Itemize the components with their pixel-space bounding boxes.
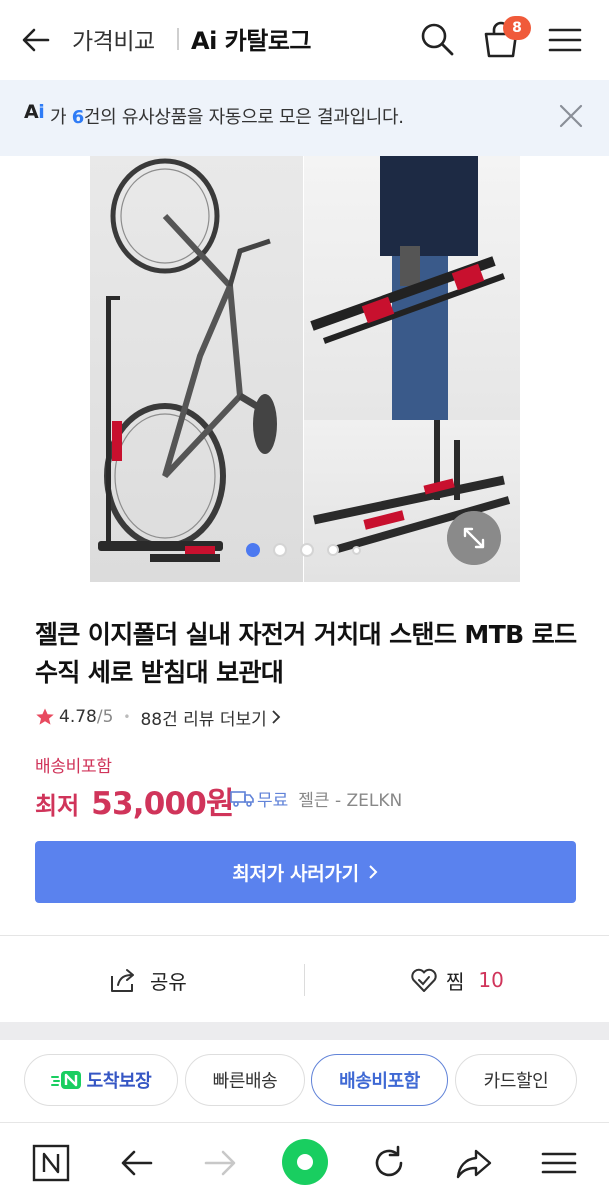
filter-chip-bar: 도착보장 빠른배송 배송비포함 카드할인 <box>0 1040 609 1122</box>
share-button[interactable]: 공유 <box>108 960 187 1000</box>
chip-label: 빠른배송 <box>212 1071 278 1092</box>
wish-button[interactable]: 찜 10 <box>410 960 504 1000</box>
rating-row: 4.78/5 • 88건 리뷰 더보기 <box>35 704 282 730</box>
ai-notice-text: 가 6건의 유사상품을 자동으로 모은 결과입니다. <box>50 107 404 128</box>
seller-name: 젤큰 - ZELKN <box>298 790 403 811</box>
refresh-icon[interactable] <box>369 1143 409 1183</box>
lowest-price-label: 최저 <box>35 792 80 820</box>
menu-icon[interactable] <box>539 1143 579 1183</box>
product-image-folded-stand <box>304 156 520 420</box>
gallery-pagination <box>246 543 366 559</box>
rating-separator: • <box>123 710 131 724</box>
close-icon[interactable] <box>558 103 584 129</box>
shipping-included-label: 배송비포함 <box>35 757 112 777</box>
chip-arrival-guarantee[interactable]: 도착보장 <box>24 1054 178 1106</box>
product-title: 젤큰 이지폴더 실내 자전거 거치대 스탠드 MTB 로드 수직 세로 받침대 … <box>35 620 577 687</box>
naver-arrival-icon <box>50 1071 81 1089</box>
pagination-dot-1[interactable] <box>246 543 260 557</box>
chip-label: 배송비포함 <box>339 1071 420 1092</box>
back-arrow-icon[interactable] <box>18 22 54 58</box>
folded-stand-illustration <box>310 156 506 420</box>
product-image-bike-stand <box>90 156 303 582</box>
chip-shipping-included[interactable]: 배송비포함 <box>311 1054 448 1106</box>
bike-illustration <box>98 158 277 562</box>
hamburger-menu-icon[interactable] <box>546 22 584 58</box>
browser-bottom-bar <box>0 1122 609 1200</box>
breadcrumb-divider <box>177 28 179 50</box>
lowest-price: 53,000원 <box>91 786 234 822</box>
section-gap <box>0 1022 609 1040</box>
wish-count: 10 <box>478 968 504 992</box>
share-arrow-icon[interactable] <box>454 1143 494 1183</box>
forward-icon[interactable] <box>200 1143 240 1183</box>
expand-icon[interactable] <box>447 511 501 565</box>
back-icon[interactable] <box>117 1143 157 1183</box>
ai-logo: Ai <box>24 101 45 123</box>
page-title: Ai 카탈로그 <box>191 27 311 55</box>
chevron-right-icon <box>369 865 378 879</box>
share-label: 공유 <box>150 969 187 994</box>
naver-home-icon[interactable] <box>31 1143 71 1183</box>
pagination-dot-3[interactable] <box>300 543 314 557</box>
breadcrumb-price-compare[interactable]: 가격비교 <box>72 22 155 56</box>
action-divider <box>304 964 305 996</box>
price-row: 최저 53,000원 <box>35 778 235 822</box>
delivery-free: 무료 <box>257 790 289 811</box>
reviews-link[interactable]: 88건 리뷰 더보기 <box>140 705 266 730</box>
share-icon <box>111 969 134 992</box>
wish-label: 찜 <box>446 969 465 994</box>
chip-fast-delivery[interactable]: 빠른배송 <box>185 1054 305 1106</box>
pagination-dot-5[interactable] <box>352 546 361 555</box>
buy-button-label: 최저가 사러가기 <box>232 862 359 885</box>
star-icon <box>36 708 54 725</box>
pagination-dot-4[interactable] <box>327 544 339 556</box>
heart-check-icon <box>411 968 437 992</box>
rating-max: /5 <box>96 707 114 727</box>
rating-value: 4.78 <box>59 707 97 727</box>
chip-card-discount[interactable]: 카드할인 <box>455 1054 577 1106</box>
chevron-right-icon <box>272 710 281 724</box>
chip-label: 도착보장 <box>86 1071 152 1092</box>
pagination-dot-2[interactable] <box>273 543 287 557</box>
section-divider <box>0 935 609 936</box>
naver-green-dot-icon[interactable] <box>281 1138 329 1186</box>
chip-label: 카드할인 <box>483 1071 549 1092</box>
similar-count: 6 <box>71 107 85 128</box>
truck-icon <box>230 791 254 807</box>
search-icon[interactable] <box>418 20 456 58</box>
buy-lowest-price-button[interactable]: 최저가 사러가기 <box>35 841 576 903</box>
top-header: 가격비교 Ai 카탈로그 8 <box>0 0 609 80</box>
delivery-info: 무료 젤큰 - ZELKN <box>230 786 403 811</box>
cart-count-badge: 8 <box>503 16 531 40</box>
